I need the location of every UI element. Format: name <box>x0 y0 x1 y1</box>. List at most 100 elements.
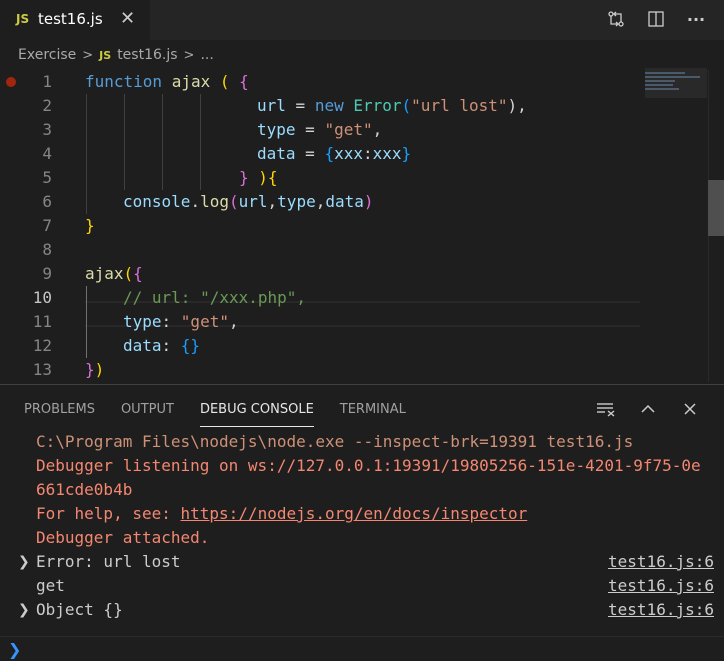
code-token: log <box>200 192 229 211</box>
code-token: } <box>85 360 95 379</box>
line-number: 8 <box>42 240 52 259</box>
more-actions-icon[interactable]: ··· <box>686 8 706 30</box>
code-text: type: "get", <box>123 310 239 334</box>
line-number: 7 <box>42 216 52 235</box>
code-text: // url: "/xxx.php", <box>123 286 306 310</box>
console-debugger-attached: Debugger attached. <box>36 528 210 547</box>
code-line[interactable]: 8 <box>0 238 650 262</box>
chevron-up-icon[interactable] <box>638 399 658 419</box>
code-token: type <box>277 192 316 211</box>
source-link[interactable]: test16.js:6 <box>608 598 714 622</box>
editor-tab-bar: JS test16.js ✕ ··· <box>0 0 724 40</box>
breadcrumb-folder[interactable]: Exercise <box>18 47 76 63</box>
code-text: data = {xxx:xxx} <box>257 142 411 166</box>
code-token: , <box>372 120 383 139</box>
editor-scrollbar-thumb[interactable] <box>708 180 724 236</box>
code-token: { <box>324 144 335 163</box>
code-line[interactable]: 12 data: {} <box>0 334 650 358</box>
code-token: } <box>401 144 412 163</box>
code-line[interactable]: 11 type: "get", <box>0 310 650 334</box>
git-compare-icon[interactable] <box>606 8 626 30</box>
code-token: "url lost" <box>411 96 508 115</box>
code-token: ) <box>363 192 374 211</box>
code-token: : <box>161 312 181 331</box>
tab-test16-js[interactable]: JS test16.js ✕ <box>0 0 150 40</box>
code-line[interactable]: 1 function ajax ( { <box>0 70 650 94</box>
code-token: type <box>257 120 296 139</box>
code-line[interactable]: 3 type = "get", <box>0 118 650 142</box>
breadcrumb-symbol[interactable]: ... <box>200 47 213 63</box>
breakpoint-icon[interactable] <box>6 77 16 87</box>
code-text: data: {} <box>123 334 200 358</box>
minimap[interactable] <box>645 70 707 100</box>
line-number: 1 <box>42 72 52 91</box>
line-number: 9 <box>42 264 52 283</box>
javascript-file-icon: JS <box>99 48 112 62</box>
code-token: = <box>295 120 325 139</box>
console-debugger-listening-cont: 661cde0b4b <box>36 480 133 499</box>
clear-console-icon[interactable] <box>596 399 616 419</box>
tab-problems[interactable]: PROBLEMS <box>24 385 95 431</box>
help-prefix: For help, see: <box>36 504 181 523</box>
code-line[interactable]: 4 data = {xxx:xxx} <box>0 142 650 166</box>
code-token: : <box>161 336 181 355</box>
code-token: data <box>325 192 364 211</box>
code-token: { <box>133 264 143 283</box>
code-token: Error <box>353 96 402 115</box>
code-token: function <box>85 72 163 91</box>
split-editor-icon[interactable] <box>646 8 666 30</box>
expand-chevron-icon[interactable]: ❯ <box>18 550 30 574</box>
code-token: ), <box>507 96 527 115</box>
tab-output[interactable]: OUTPUT <box>121 385 174 431</box>
console-log-object[interactable]: Object {} <box>36 598 123 622</box>
code-token: type <box>123 312 162 331</box>
code-token: . <box>190 192 201 211</box>
code-line[interactable]: 10 // url: "/xxx.php", <box>0 286 650 310</box>
code-token: } <box>85 216 95 235</box>
line-number: 10 <box>32 288 52 307</box>
code-text: url = new Error("url lost"), <box>257 94 527 118</box>
close-icon[interactable] <box>680 399 700 419</box>
console-log-error[interactable]: Error: url lost <box>36 550 181 574</box>
line-number: 13 <box>32 360 52 379</box>
code-token: ( <box>228 192 239 211</box>
source-link[interactable]: test16.js:6 <box>608 550 714 574</box>
code-token: data <box>123 336 162 355</box>
code-token: = <box>285 96 315 115</box>
code-line[interactable]: 13}) <box>0 358 650 382</box>
console-input-divider <box>0 636 724 637</box>
code-token: } <box>239 168 249 187</box>
code-line[interactable]: 9 ajax({ <box>0 262 650 286</box>
tab-terminal[interactable]: TERMINAL <box>340 385 406 431</box>
code-text: }) <box>85 358 104 382</box>
code-editor[interactable]: 1 function ajax ( {2 url = new Error("url … <box>0 70 724 382</box>
code-token: , <box>267 192 278 211</box>
code-line[interactable]: 5} ){ <box>0 166 650 190</box>
close-tab-icon[interactable]: ✕ <box>120 8 135 29</box>
line-number: 11 <box>32 312 52 331</box>
console-help-line: For help, see: https://nodejs.org/en/doc… <box>36 502 527 526</box>
code-token: ajax <box>171 72 211 91</box>
breadcrumb-file[interactable]: test16.js <box>117 47 177 63</box>
code-line[interactable]: 6 console.log(url,type,data) <box>0 190 650 214</box>
line-number: 4 <box>42 144 52 163</box>
inspector-docs-link[interactable]: https://nodejs.org/en/docs/inspector <box>181 504 528 523</box>
code-token: // url: "/xxx.php", <box>123 288 307 307</box>
code-token: ) <box>258 168 268 187</box>
javascript-file-icon: JS <box>16 12 30 26</box>
code-line[interactable]: 2 url = new Error("url lost"), <box>0 94 650 118</box>
code-token: ajax <box>85 264 124 283</box>
tab-debug-console[interactable]: DEBUG CONSOLE <box>199 385 314 431</box>
line-number: 3 <box>42 120 52 139</box>
code-text: type = "get", <box>257 118 382 142</box>
code-line[interactable]: 7} <box>0 214 650 238</box>
line-number: 12 <box>32 336 52 355</box>
console-input-prompt-icon[interactable]: ❯ <box>8 642 21 658</box>
code-text: function ajax ( { <box>85 70 249 94</box>
tab-label: test16.js <box>38 10 103 28</box>
code-token: ( <box>123 264 134 283</box>
source-link[interactable]: test16.js:6 <box>608 574 714 598</box>
expand-chevron-icon[interactable]: ❯ <box>18 598 30 622</box>
